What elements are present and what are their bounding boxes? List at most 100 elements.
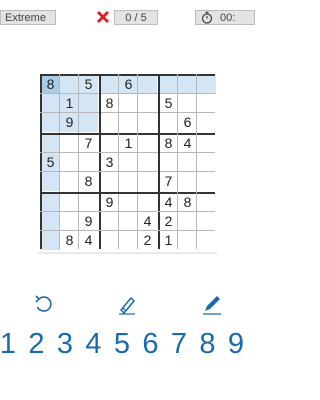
pencil-icon bbox=[203, 296, 221, 315]
sudoku-cell[interactable] bbox=[41, 231, 60, 250]
sudoku-cell[interactable] bbox=[197, 75, 216, 94]
number-button-3[interactable]: 3 bbox=[53, 326, 77, 362]
sudoku-cell[interactable] bbox=[138, 134, 157, 153]
sudoku-cell[interactable] bbox=[100, 172, 119, 191]
sudoku-cell[interactable] bbox=[100, 212, 119, 231]
sudoku-cell[interactable]: 8 bbox=[41, 75, 60, 94]
sudoku-cell[interactable] bbox=[41, 212, 60, 231]
sudoku-cell[interactable]: 6 bbox=[178, 113, 197, 132]
sudoku-cell[interactable]: 5 bbox=[79, 75, 98, 94]
sudoku-cell[interactable]: 9 bbox=[79, 212, 98, 231]
sudoku-cell[interactable]: 2 bbox=[159, 212, 178, 231]
sudoku-cell[interactable] bbox=[159, 153, 178, 172]
sudoku-cell[interactable]: 8 bbox=[159, 134, 178, 153]
sudoku-cell[interactable] bbox=[138, 113, 157, 132]
sudoku-cell[interactable] bbox=[178, 153, 197, 172]
sudoku-cell[interactable] bbox=[60, 172, 79, 191]
sudoku-cell[interactable] bbox=[197, 172, 216, 191]
sudoku-cell[interactable] bbox=[41, 113, 60, 132]
sudoku-cell[interactable] bbox=[138, 153, 157, 172]
sudoku-cell[interactable]: 5 bbox=[159, 94, 178, 113]
erase-button[interactable] bbox=[115, 292, 139, 316]
sudoku-cell[interactable]: 1 bbox=[119, 134, 138, 153]
sudoku-cell[interactable]: 7 bbox=[159, 172, 178, 191]
sudoku-cell[interactable] bbox=[197, 113, 216, 132]
sudoku-cell[interactable] bbox=[79, 94, 98, 113]
sudoku-cell[interactable] bbox=[79, 153, 98, 172]
sudoku-cell[interactable]: 1 bbox=[159, 231, 178, 250]
sudoku-cell[interactable] bbox=[178, 75, 197, 94]
sudoku-cell[interactable]: 8 bbox=[178, 193, 197, 212]
sudoku-cell[interactable]: 4 bbox=[138, 212, 157, 231]
sudoku-cell[interactable]: 9 bbox=[60, 113, 79, 132]
undo-button[interactable] bbox=[31, 292, 55, 316]
sudoku-cell[interactable] bbox=[79, 193, 98, 212]
sudoku-board: 85618596718453879489428421 bbox=[40, 74, 216, 250]
sudoku-cell[interactable] bbox=[138, 193, 157, 212]
sudoku-cell[interactable] bbox=[159, 75, 178, 94]
sudoku-cell[interactable] bbox=[60, 193, 79, 212]
sudoku-cell[interactable] bbox=[197, 231, 216, 250]
number-button-4[interactable]: 4 bbox=[82, 326, 106, 362]
sudoku-cell[interactable] bbox=[119, 94, 138, 113]
sudoku-cell[interactable]: 1 bbox=[60, 94, 79, 113]
sudoku-cell[interactable]: 5 bbox=[41, 153, 60, 172]
sudoku-cell[interactable]: 9 bbox=[100, 193, 119, 212]
sudoku-cell[interactable] bbox=[119, 193, 138, 212]
sudoku-cell[interactable]: 4 bbox=[159, 193, 178, 212]
sudoku-cell[interactable] bbox=[119, 153, 138, 172]
pencil-button[interactable] bbox=[200, 292, 224, 316]
sudoku-cell[interactable] bbox=[178, 172, 197, 191]
sudoku-cell[interactable] bbox=[119, 231, 138, 250]
sudoku-cell[interactable]: 6 bbox=[119, 75, 138, 94]
sudoku-cell[interactable]: 8 bbox=[79, 172, 98, 191]
sudoku-cell[interactable] bbox=[197, 94, 216, 113]
sudoku-cell[interactable] bbox=[178, 94, 197, 113]
number-button-8[interactable]: 8 bbox=[196, 326, 220, 362]
number-button-6[interactable]: 6 bbox=[139, 326, 163, 362]
number-button-1[interactable]: 1 bbox=[0, 326, 20, 362]
sudoku-cell[interactable] bbox=[79, 113, 98, 132]
number-button-7[interactable]: 7 bbox=[167, 326, 191, 362]
sudoku-cell[interactable]: 4 bbox=[178, 134, 197, 153]
sudoku-cell[interactable] bbox=[138, 94, 157, 113]
sudoku-cell[interactable] bbox=[119, 172, 138, 191]
sudoku-cell[interactable] bbox=[41, 172, 60, 191]
sudoku-cell[interactable] bbox=[119, 212, 138, 231]
number-button-2[interactable]: 2 bbox=[25, 326, 49, 362]
sudoku-cell[interactable] bbox=[100, 231, 119, 250]
sudoku-cell[interactable] bbox=[197, 212, 216, 231]
number-button-5[interactable]: 5 bbox=[110, 326, 134, 362]
sudoku-cell[interactable] bbox=[178, 231, 197, 250]
sudoku-cell[interactable] bbox=[60, 153, 79, 172]
sudoku-cell[interactable]: 2 bbox=[138, 231, 157, 250]
sudoku-cell[interactable] bbox=[138, 172, 157, 191]
sudoku-cell[interactable]: 8 bbox=[100, 94, 119, 113]
sudoku-cell[interactable] bbox=[197, 134, 216, 153]
sudoku-cell[interactable] bbox=[41, 94, 60, 113]
tool-bar bbox=[0, 292, 240, 320]
sudoku-cell[interactable] bbox=[60, 134, 79, 153]
sudoku-cell[interactable] bbox=[159, 113, 178, 132]
board-shadow bbox=[38, 252, 217, 254]
sudoku-cell[interactable]: 7 bbox=[79, 134, 98, 153]
sudoku-cell[interactable] bbox=[100, 113, 119, 132]
sudoku-cell[interactable]: 8 bbox=[60, 231, 79, 250]
sudoku-cell[interactable] bbox=[41, 193, 60, 212]
sudoku-cell[interactable] bbox=[60, 75, 79, 94]
sudoku-cell[interactable] bbox=[119, 113, 138, 132]
stopwatch-icon bbox=[201, 11, 213, 24]
number-button-9[interactable]: 9 bbox=[224, 326, 248, 362]
mistakes-value: 0 / 5 bbox=[114, 10, 158, 25]
sudoku-cell[interactable] bbox=[100, 134, 119, 153]
sudoku-cell[interactable] bbox=[41, 134, 60, 153]
mistake-x-icon bbox=[96, 10, 110, 24]
sudoku-cell[interactable]: 4 bbox=[79, 231, 98, 250]
sudoku-cell[interactable] bbox=[197, 153, 216, 172]
sudoku-cell[interactable] bbox=[60, 212, 79, 231]
sudoku-cell[interactable]: 3 bbox=[100, 153, 119, 172]
sudoku-cell[interactable] bbox=[138, 75, 157, 94]
sudoku-cell[interactable] bbox=[197, 193, 216, 212]
sudoku-cell[interactable] bbox=[178, 212, 197, 231]
sudoku-cell[interactable] bbox=[100, 75, 119, 94]
